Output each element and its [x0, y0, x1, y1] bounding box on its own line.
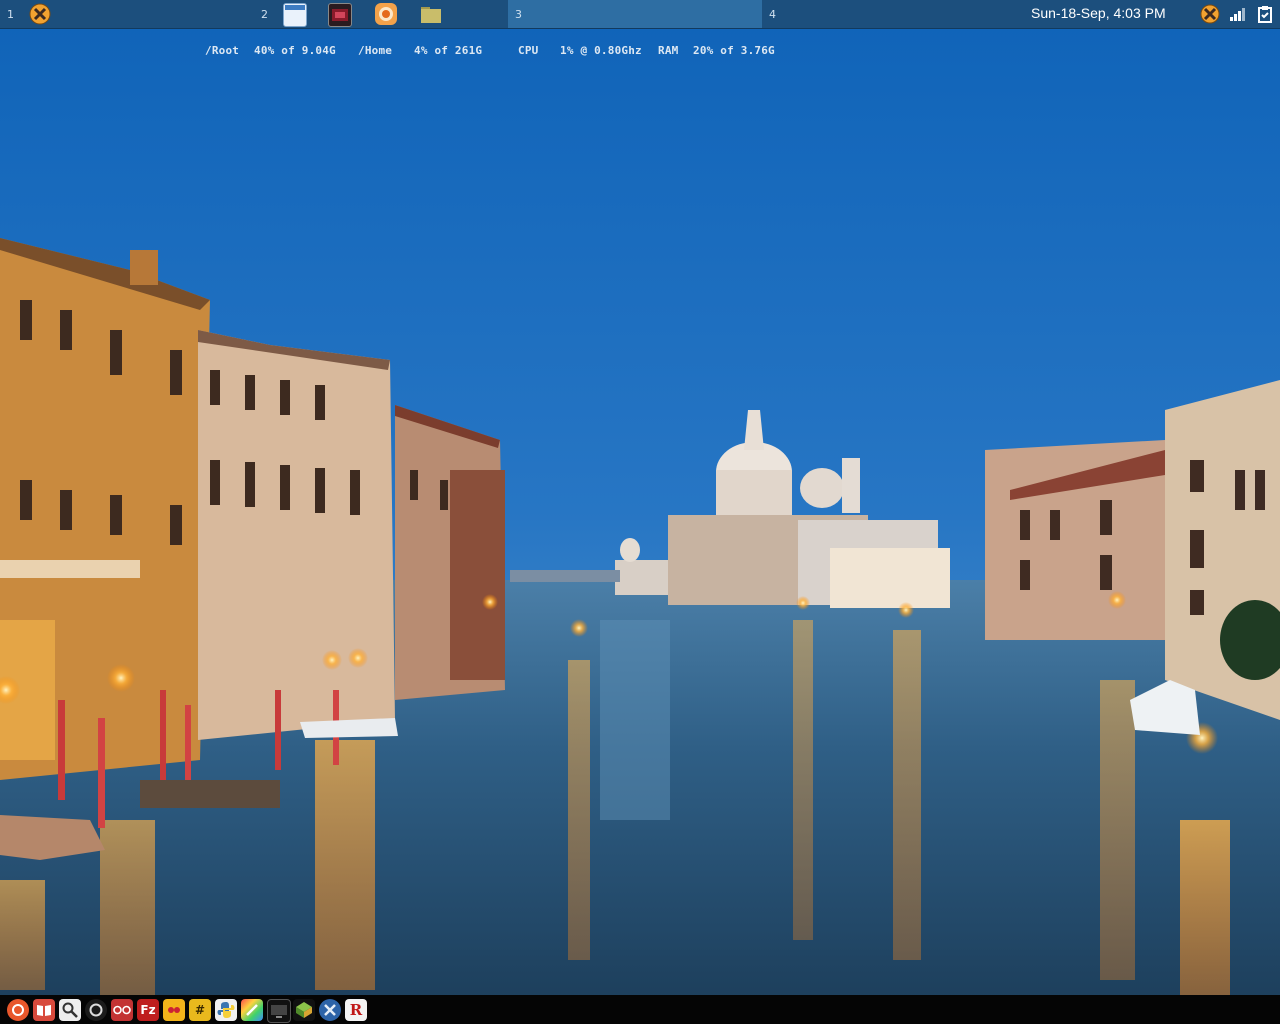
- python-icon[interactable]: [215, 999, 237, 1021]
- home-usage: 4% of 261G: [414, 44, 483, 57]
- workspace-number: 4: [769, 8, 776, 21]
- workspace-number: 1: [7, 8, 14, 21]
- games-icon[interactable]: [163, 999, 185, 1021]
- monitor-icon[interactable]: [267, 999, 291, 1023]
- clock[interactable]: Sun-18-Sep, 4:03 PM: [1031, 5, 1166, 21]
- book-reader-icon[interactable]: [33, 999, 55, 1021]
- hash-icon[interactable]: #: [189, 999, 211, 1021]
- xfce-menu-icon[interactable]: [1200, 4, 1220, 24]
- workspace-4[interactable]: 4: [762, 0, 1022, 28]
- package-icon[interactable]: [293, 999, 315, 1021]
- cpu-label: CPU: [518, 44, 539, 57]
- ubuntu-software-icon[interactable]: [7, 999, 29, 1021]
- workspace-2[interactable]: 2: [253, 0, 508, 28]
- filezilla-icon[interactable]: Fz: [137, 999, 159, 1021]
- cpu-usage: 1% @ 0.80Ghz: [560, 44, 642, 57]
- firefox-icon[interactable]: [375, 3, 397, 25]
- workspace-1[interactable]: 1: [0, 0, 253, 28]
- bottom-dock: Fz # R: [0, 995, 1280, 1024]
- ram-label: RAM: [658, 44, 679, 57]
- root-usage: 40% of 9.04G: [254, 44, 336, 57]
- workspace-number: 3: [515, 8, 522, 21]
- xfce-menu-icon[interactable]: [29, 3, 51, 25]
- workspace-number: 2: [261, 8, 268, 21]
- paint-icon[interactable]: [241, 999, 263, 1021]
- clipboard-icon[interactable]: [1255, 4, 1275, 24]
- signal-icon[interactable]: [1228, 4, 1248, 24]
- system-monitor: /Root 40% of 9.04G /Home 4% of 261G CPU …: [205, 44, 775, 161]
- root-label: /Root: [205, 44, 240, 57]
- folder-icon[interactable]: [420, 3, 442, 25]
- glasses-icon[interactable]: [111, 999, 133, 1021]
- top-panel: 1 2 3 4 Sun-18-Sep, 4:03 PM: [0, 0, 1280, 29]
- window-icon[interactable]: [283, 3, 307, 27]
- workspace-3[interactable]: 3: [508, 0, 762, 28]
- home-label: /Home: [358, 44, 393, 57]
- r-app-icon[interactable]: R: [345, 999, 367, 1021]
- desktop-wallpaper: [0, 0, 1280, 1024]
- refresh-icon[interactable]: [85, 999, 107, 1021]
- xfce-icon[interactable]: [319, 999, 341, 1021]
- media-app-icon[interactable]: [328, 3, 352, 27]
- ram-usage: 20% of 3.76G: [693, 44, 775, 57]
- search-icon[interactable]: [59, 999, 81, 1021]
